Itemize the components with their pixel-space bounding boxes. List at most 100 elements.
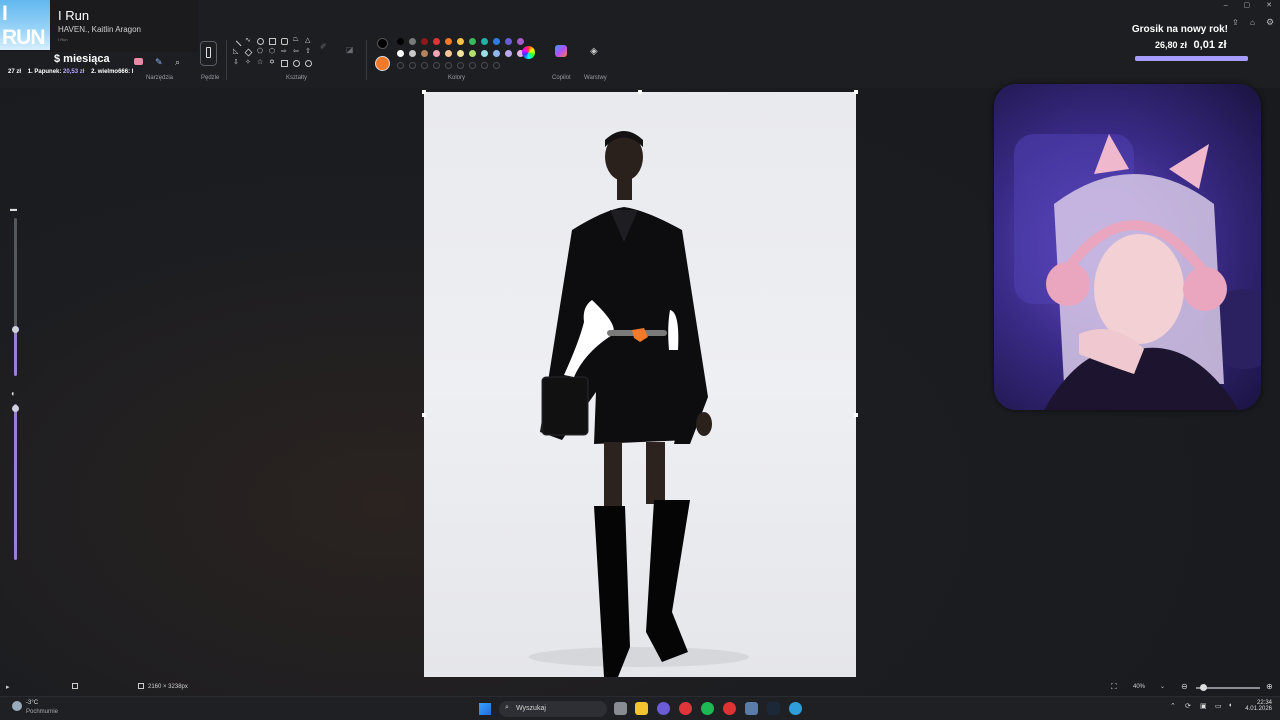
- brush-size-slider[interactable]: [14, 218, 17, 376]
- edit-colors-icon[interactable]: [522, 46, 535, 59]
- polygon-shape-icon[interactable]: ⏢: [293, 36, 300, 45]
- color-swatch[interactable]: [493, 38, 500, 45]
- resize-handle-r[interactable]: [854, 413, 858, 417]
- color-swatch[interactable]: [481, 50, 488, 57]
- right-arrow-shape-icon[interactable]: ⇨: [281, 48, 288, 56]
- brush-button[interactable]: [200, 41, 217, 66]
- volume-icon[interactable]: ◖: [1228, 702, 1232, 709]
- color-swatch[interactable]: [397, 38, 404, 45]
- tray-app-icon[interactable]: ▣: [1200, 702, 1207, 710]
- minimize-button[interactable]: –: [1224, 2, 1228, 9]
- account-icon[interactable]: ⌂: [1250, 18, 1255, 27]
- custom-color-slot[interactable]: [409, 62, 416, 69]
- primary-color-swatch[interactable]: [377, 38, 388, 49]
- spotify-icon[interactable]: [701, 702, 714, 715]
- six-point-star-shape-icon[interactable]: ✡: [269, 59, 276, 67]
- canvas-image[interactable]: [424, 92, 856, 677]
- rounded-rectangle-shape-icon[interactable]: [281, 38, 288, 45]
- color-swatch[interactable]: [457, 50, 464, 57]
- layers-icon[interactable]: ◈: [590, 46, 598, 57]
- four-point-star-shape-icon[interactable]: ✧: [245, 59, 252, 67]
- steam-icon[interactable]: [767, 702, 780, 715]
- share-icon[interactable]: ⇪: [1232, 18, 1239, 27]
- five-point-star-shape-icon[interactable]: ☆: [257, 59, 264, 67]
- task-view-icon[interactable]: [614, 702, 627, 715]
- color-swatch[interactable]: [469, 38, 476, 45]
- fit-to-window-icon[interactable]: ⛶: [1111, 682, 1117, 692]
- custom-color-slot[interactable]: [481, 62, 488, 69]
- zoom-select[interactable]: 40% ⌄: [1128, 682, 1172, 694]
- color-swatch[interactable]: [409, 50, 416, 57]
- zoom-slider[interactable]: [1196, 684, 1260, 691]
- callout-rect-shape-icon[interactable]: [281, 60, 288, 67]
- secondary-color-swatch[interactable]: [375, 56, 390, 71]
- start-icon[interactable]: [479, 703, 491, 715]
- opera-icon[interactable]: [679, 702, 692, 715]
- oval-shape-icon[interactable]: [257, 38, 264, 45]
- triangle-shape-icon[interactable]: △: [305, 37, 312, 45]
- rectangle-shape-icon[interactable]: [269, 38, 276, 45]
- resize-handle-tr[interactable]: [854, 90, 858, 94]
- brush-size-knob[interactable]: [12, 326, 19, 333]
- resize-handle-l[interactable]: [422, 413, 426, 417]
- color-swatch[interactable]: [409, 38, 416, 45]
- color-swatch[interactable]: [481, 38, 488, 45]
- resize-handle-tl[interactable]: [422, 90, 426, 94]
- discord-icon[interactable]: [657, 702, 670, 715]
- zoom-out-icon[interactable]: ⊖: [1181, 682, 1188, 691]
- custom-color-slot[interactable]: [457, 62, 464, 69]
- search-box[interactable]: ⌕ Wyszukaj: [499, 701, 607, 717]
- color-swatch[interactable]: [421, 50, 428, 57]
- custom-color-slot[interactable]: [433, 62, 440, 69]
- callout-oval-shape-icon[interactable]: [293, 60, 300, 67]
- color-swatch[interactable]: [493, 50, 500, 57]
- color-swatch[interactable]: [421, 38, 428, 45]
- cloud-shape-icon[interactable]: [305, 60, 312, 67]
- color-picker-icon[interactable]: ✎: [155, 57, 163, 68]
- color-swatch[interactable]: [433, 50, 440, 57]
- custom-color-slot[interactable]: [469, 62, 476, 69]
- weather-icon[interactable]: [12, 701, 22, 711]
- color-swatch[interactable]: [517, 38, 524, 45]
- color-swatch[interactable]: [469, 50, 476, 57]
- clock[interactable]: 22:34 4.01.2026: [1245, 700, 1272, 712]
- file-explorer-icon[interactable]: [635, 702, 648, 715]
- color-swatch[interactable]: [505, 38, 512, 45]
- custom-color-slot[interactable]: [421, 62, 428, 69]
- opacity-knob[interactable]: [12, 405, 19, 412]
- settings-app-icon[interactable]: [745, 702, 758, 715]
- curve-shape-icon[interactable]: ∿: [245, 37, 252, 45]
- resize-handle-t[interactable]: [638, 90, 642, 94]
- diamond-shape-icon[interactable]: [244, 48, 253, 57]
- eraser-icon[interactable]: [134, 58, 143, 65]
- custom-color-slot[interactable]: [493, 62, 500, 69]
- color-swatch[interactable]: [505, 50, 512, 57]
- settings-icon[interactable]: ⚙: [1266, 17, 1274, 28]
- custom-color-slot[interactable]: [445, 62, 452, 69]
- color-swatch[interactable]: [433, 38, 440, 45]
- pentagon-shape-icon[interactable]: ⬠: [257, 48, 264, 56]
- color-swatch[interactable]: [397, 50, 404, 57]
- sync-icon[interactable]: ⟳: [1185, 702, 1191, 710]
- app-icon[interactable]: [723, 702, 736, 715]
- down-arrow-shape-icon[interactable]: ⇩: [233, 59, 240, 67]
- color-palette[interactable]: [397, 38, 524, 72]
- magnifier-icon[interactable]: ⌕: [175, 57, 180, 68]
- opacity-slider[interactable]: [14, 404, 17, 560]
- outline-icon[interactable]: ✐: [320, 42, 327, 51]
- copilot-icon[interactable]: [555, 45, 567, 57]
- left-arrow-shape-icon[interactable]: ⇦: [293, 48, 300, 56]
- fill-icon[interactable]: ◪: [346, 45, 354, 54]
- zoom-slider-knob[interactable]: [1200, 684, 1207, 691]
- network-icon[interactable]: ▭: [1215, 702, 1222, 710]
- color-swatch[interactable]: [457, 38, 464, 45]
- shapes-gallery[interactable]: ∿ ⏢ △ ◺ ⬠ ⬡ ⇨ ⇦ ⇧ ⇩ ✧ ☆ ✡: [231, 36, 312, 72]
- custom-color-slot[interactable]: [397, 62, 404, 69]
- zoom-in-icon[interactable]: ⊕: [1266, 682, 1273, 691]
- hexagon-shape-icon[interactable]: ⬡: [269, 48, 276, 56]
- close-button[interactable]: ✕: [1266, 2, 1272, 9]
- right-triangle-shape-icon[interactable]: ◺: [233, 48, 240, 56]
- color-swatch[interactable]: [445, 38, 452, 45]
- paint-app-icon[interactable]: [789, 702, 802, 715]
- up-arrow-shape-icon[interactable]: ⇧: [305, 48, 312, 56]
